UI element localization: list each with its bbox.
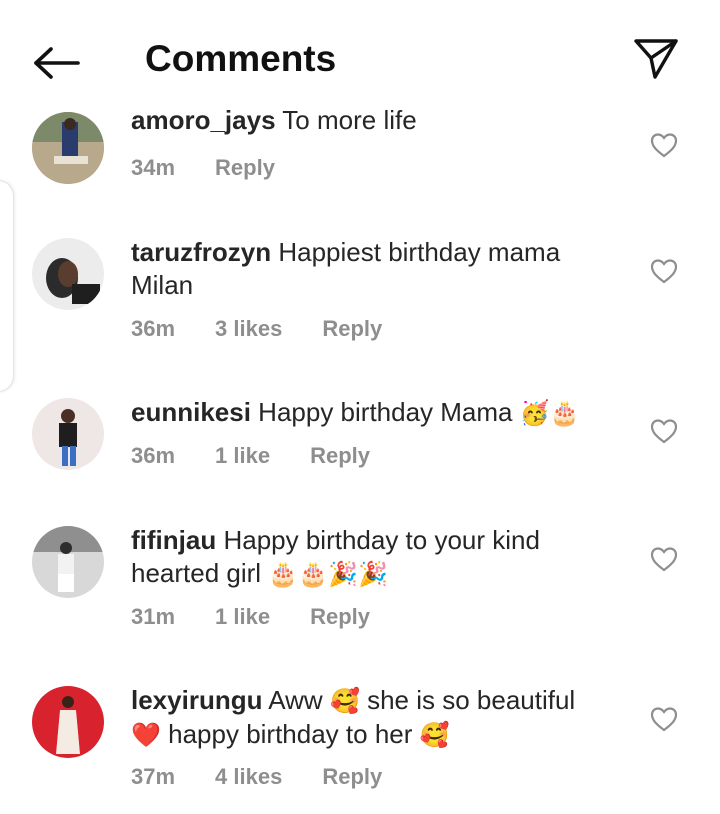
comment-time: 37m <box>131 764 176 789</box>
like-heart-icon[interactable] <box>650 258 678 284</box>
comment-username[interactable]: eunnikesi <box>131 397 251 427</box>
comment-emoji: 🥰 <box>419 721 450 749</box>
avatar[interactable] <box>32 112 104 184</box>
like-heart-icon[interactable] <box>650 418 678 444</box>
top-bar: Comments <box>0 0 720 110</box>
edge-panel-handle[interactable] <box>0 180 14 392</box>
comment-meta: 37m 4 likes Reply <box>131 764 422 790</box>
reply-button[interactable]: Reply <box>310 443 370 469</box>
like-heart-icon[interactable] <box>650 132 678 158</box>
comment-text: eunnikesi Happy birthday Mama 🥳🎂 <box>131 396 611 430</box>
comment-time: 36m <box>131 316 176 341</box>
paper-plane-icon <box>634 39 678 79</box>
page-title: Comments <box>145 38 337 79</box>
reply-button[interactable]: Reply <box>215 155 275 181</box>
comment-likes[interactable]: 1 like <box>215 443 270 469</box>
comment-message-part: she is so beautiful <box>367 685 576 715</box>
reply-button[interactable]: Reply <box>310 604 370 630</box>
avatar[interactable] <box>32 238 104 310</box>
comment-username[interactable]: lexyirungu <box>131 685 262 715</box>
comment-message: Aww <box>268 685 323 715</box>
comment-likes[interactable]: 1 like <box>215 604 270 630</box>
arrow-left-icon <box>34 47 80 79</box>
comment-meta: 36m 3 likes Reply <box>131 316 422 342</box>
share-button[interactable] <box>628 34 684 84</box>
comment-text: taruzfrozyn Happiest birthday mama Milan <box>131 236 611 302</box>
comment-emoji: ❤️ <box>131 721 161 749</box>
back-button[interactable] <box>28 38 84 88</box>
comment-likes[interactable]: 3 likes <box>215 316 282 342</box>
comment-time: 36m <box>131 443 176 468</box>
comment-meta: 34m Reply <box>131 155 315 181</box>
comment-username[interactable]: taruzfrozyn <box>131 237 271 267</box>
avatar[interactable] <box>32 398 104 470</box>
comment-username[interactable]: fifinjau <box>131 525 216 555</box>
comment-meta: 31m 1 like Reply <box>131 604 410 630</box>
comment-time: 34m <box>131 155 176 180</box>
comment-time: 31m <box>131 604 176 629</box>
comment-text: lexyirungu Aww 🥰 she is so beautiful ❤️ … <box>131 684 611 752</box>
comment-likes[interactable]: 4 likes <box>215 764 282 790</box>
comment-emoji: 🥰 <box>329 687 360 715</box>
reply-button[interactable]: Reply <box>322 316 382 342</box>
comment-meta: 36m 1 like Reply <box>131 443 410 469</box>
like-heart-icon[interactable] <box>650 706 678 732</box>
comment-emojis: 🎂🎂🎉🎉 <box>268 560 388 588</box>
comment-message: Happy birthday Mama <box>258 397 513 427</box>
comment-message-part: happy birthday to her <box>168 719 413 749</box>
reply-button[interactable]: Reply <box>322 764 382 790</box>
comments-list[interactable]: amoro_jays To more life 34m Reply taruzf… <box>0 0 720 814</box>
comment-text: fifinjau Happy birthday to your kind hea… <box>131 524 611 591</box>
avatar[interactable] <box>32 526 104 598</box>
like-heart-icon[interactable] <box>650 546 678 572</box>
avatar[interactable] <box>32 686 104 758</box>
comment-emojis: 🥳🎂 <box>519 399 580 427</box>
